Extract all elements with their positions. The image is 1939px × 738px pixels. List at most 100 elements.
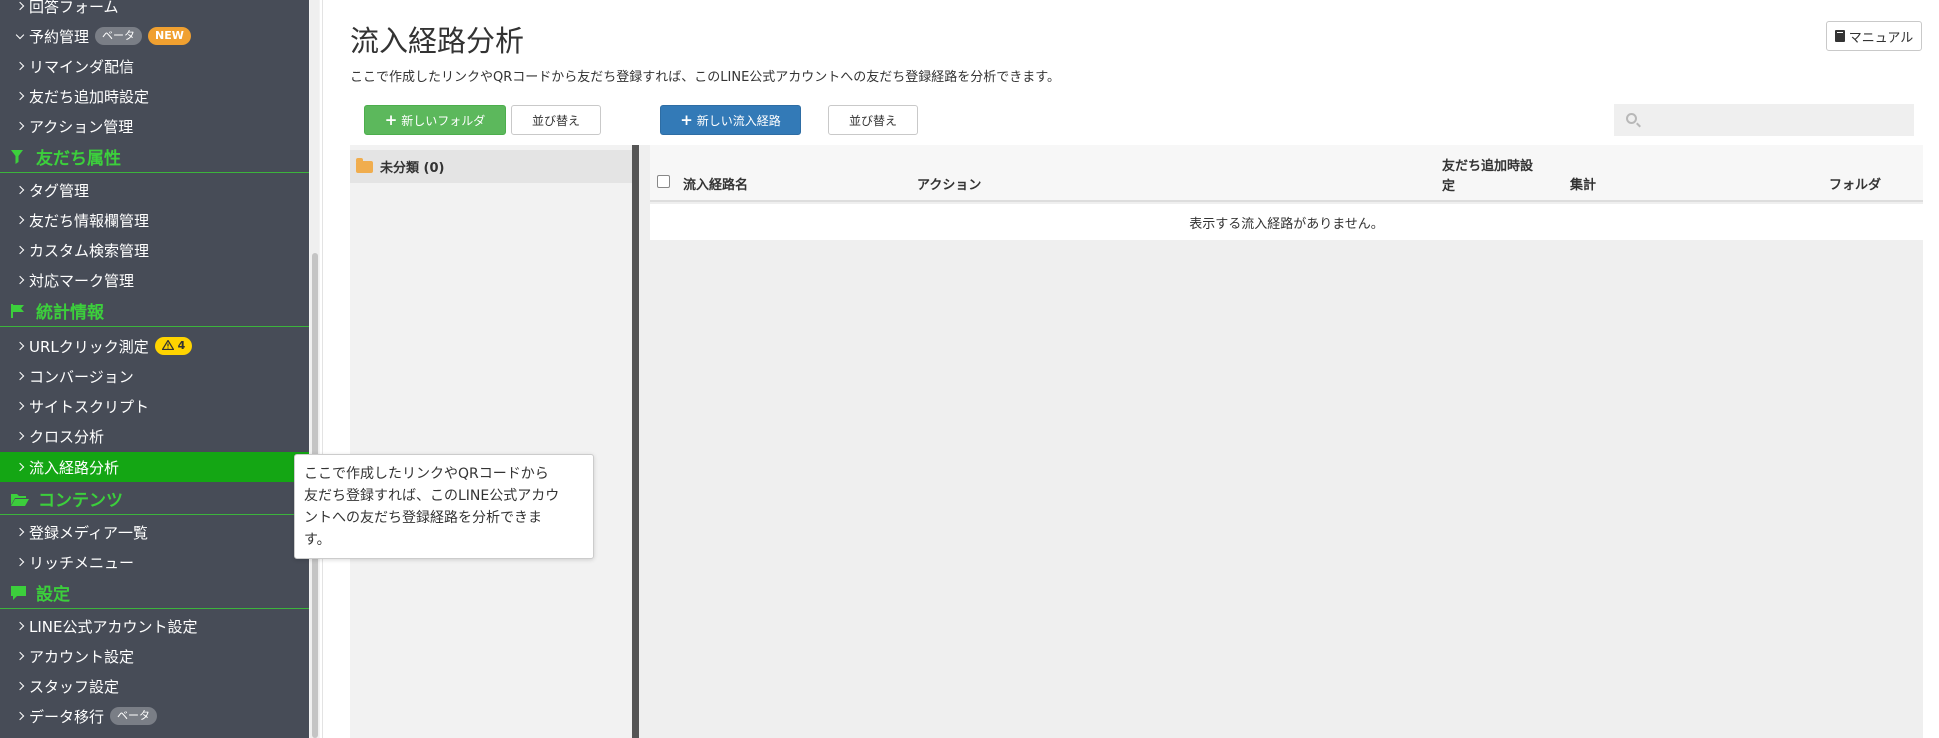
book-icon	[1834, 30, 1845, 42]
folder-label: 未分類 (0)	[380, 161, 445, 176]
folder-item-uncategorized[interactable]: 未分類 (0)	[350, 150, 632, 183]
chevron-right-icon	[15, 681, 25, 691]
chevron-right-icon	[15, 401, 25, 411]
sidebar-item-rich-menu[interactable]: リッチメニュー	[0, 547, 309, 577]
sidebar-item-inflow-route[interactable]: 流入経路分析	[0, 452, 309, 482]
column-header-friend-add-setting[interactable]: 友だち追加時設	[1442, 155, 1533, 174]
sidebar-item-label: クロス分析	[29, 427, 105, 446]
select-all-checkbox[interactable]	[657, 175, 670, 188]
chevron-right-icon	[15, 61, 25, 71]
chevron-right-icon	[15, 527, 25, 537]
route-sort-button[interactable]: 並び替え	[828, 105, 918, 135]
sidebar-item-url-click[interactable]: URLクリック測定 4	[0, 331, 309, 361]
chevron-right-icon	[15, 121, 25, 131]
sidebar-item-friend-add-setting[interactable]: 友だち追加時設定	[0, 81, 309, 111]
warning-count: 4	[177, 339, 186, 352]
folder-open-icon	[356, 157, 373, 173]
sidebar-item-data-migration[interactable]: データ移行 ベータ	[0, 701, 309, 731]
column-header-name[interactable]: 流入経路名	[683, 174, 748, 193]
chevron-right-icon	[15, 341, 25, 351]
search-input[interactable]	[1614, 104, 1914, 136]
chevron-right-icon	[15, 275, 25, 285]
sidebar-item-custom-search[interactable]: カスタム検索管理	[0, 235, 309, 265]
sidebar-item-label: サイトスクリプト	[29, 397, 150, 416]
tooltip-line: 友だち登録すれば、このLINE公式アカウ	[304, 488, 560, 504]
page-title: 流入経路分析	[350, 24, 525, 58]
beta-badge: ベータ	[110, 707, 158, 725]
chevron-right-icon	[15, 711, 25, 721]
sidebar-item-staff[interactable]: スタッフ設定	[0, 671, 309, 701]
tooltip: ここで作成したリンクやQRコードから 友だち登録すれば、このLINE公式アカウ …	[294, 454, 594, 559]
new-badge: NEW	[148, 27, 191, 45]
table-header	[650, 145, 1923, 202]
new-route-label: 新しい流入経路	[696, 113, 781, 128]
sidebar-item-action[interactable]: アクション管理	[0, 111, 309, 141]
chevron-right-icon	[15, 621, 25, 631]
page-description: ここで作成したリンクやQRコードから友だち登録すれば、このLINE公式アカウント…	[350, 70, 1060, 85]
plus-icon: +	[384, 110, 398, 129]
section-title: 統計情報	[36, 303, 104, 323]
folder-sort-button[interactable]: 並び替え	[511, 105, 601, 135]
panel-splitter[interactable]	[632, 145, 639, 738]
content-divider	[322, 0, 323, 738]
tooltip-line: す。	[304, 532, 331, 548]
manual-button[interactable]: マニュアル	[1826, 21, 1922, 51]
warning-badge: 4	[154, 337, 193, 355]
sidebar-item-label: 予約管理	[29, 27, 90, 46]
comment-icon	[11, 585, 26, 600]
sidebar-item-label: URLクリック測定	[29, 337, 149, 356]
sidebar-item-friend-info[interactable]: 友だち情報欄管理	[0, 205, 309, 235]
sidebar-item-cross-analysis[interactable]: クロス分析	[0, 421, 309, 451]
column-header-summary[interactable]: 集計	[1570, 174, 1596, 193]
sidebar: 回答フォーム 予約管理 ベータ NEW リマインダ配信 友だち追加時設定 アクシ…	[0, 0, 309, 738]
sidebar-item-media[interactable]: 登録メディア一覧	[0, 517, 309, 547]
chevron-right-icon	[15, 371, 25, 381]
flag-icon	[11, 303, 24, 318]
sidebar-item-label: リマインダ配信	[29, 57, 135, 76]
manual-label: マニュアル	[1848, 30, 1914, 46]
section-title: 設定	[36, 585, 70, 605]
tooltip-line: ここで作成したリンクやQRコードから	[304, 466, 549, 482]
sidebar-item-label: カスタム検索管理	[29, 241, 150, 260]
sidebar-item-answer-form[interactable]: 回答フォーム	[0, 0, 309, 21]
chevron-right-icon	[15, 557, 25, 567]
column-header-folder[interactable]: フォルダ	[1829, 174, 1881, 193]
sidebar-item-conversion[interactable]: コンバージョン	[0, 361, 309, 391]
sidebar-item-mark[interactable]: 対応マーク管理	[0, 265, 309, 295]
plus-icon: +	[680, 110, 693, 129]
sidebar-item-label: スタッフ設定	[29, 677, 120, 696]
sidebar-item-label: データ移行	[29, 707, 105, 726]
sidebar-item-reminder[interactable]: リマインダ配信	[0, 51, 309, 81]
sidebar-item-label: 対応マーク管理	[29, 271, 135, 290]
new-folder-label: 新しいフォルダ	[401, 113, 486, 128]
sidebar-item-reservation[interactable]: 予約管理 ベータ NEW	[0, 21, 309, 51]
section-title: コンテンツ	[38, 491, 123, 511]
sidebar-section-stats: 統計情報	[0, 295, 309, 327]
chevron-right-icon	[15, 245, 25, 255]
sidebar-item-site-script[interactable]: サイトスクリプト	[0, 391, 309, 421]
new-folder-button[interactable]: + 新しいフォルダ	[364, 105, 506, 135]
sidebar-section-contents: コンテンツ	[0, 483, 309, 515]
sidebar-item-line-account[interactable]: LINE公式アカウント設定	[0, 611, 309, 641]
chevron-right-icon	[15, 91, 25, 101]
sidebar-item-label: 友だち情報欄管理	[29, 211, 150, 230]
sidebar-item-label: 回答フォーム	[29, 0, 119, 16]
chevron-right-icon	[15, 462, 25, 472]
sidebar-item-account[interactable]: アカウント設定	[0, 641, 309, 671]
sidebar-item-label: タグ管理	[29, 181, 90, 200]
tooltip-line: ントへの友だち登録経路を分析できま	[304, 510, 542, 526]
sidebar-item-tag[interactable]: タグ管理	[0, 175, 309, 205]
sidebar-item-label: アクション管理	[29, 117, 134, 136]
chevron-right-icon	[15, 651, 25, 661]
sidebar-item-label: アカウント設定	[29, 647, 135, 666]
filter-icon	[11, 149, 23, 164]
sidebar-item-label: 友だち追加時設定	[29, 87, 150, 106]
sidebar-section-friend-attr: 友だち属性	[0, 141, 309, 173]
column-header-action[interactable]: アクション	[917, 174, 981, 193]
new-route-button[interactable]: + 新しい流入経路	[660, 105, 801, 135]
chevron-right-icon	[15, 1, 25, 11]
folder-panel	[350, 145, 632, 738]
table-empty-message: 表示する流入経路がありません。	[650, 204, 1923, 240]
sidebar-item-label: コンバージョン	[29, 367, 134, 386]
chevron-right-icon	[15, 185, 25, 195]
